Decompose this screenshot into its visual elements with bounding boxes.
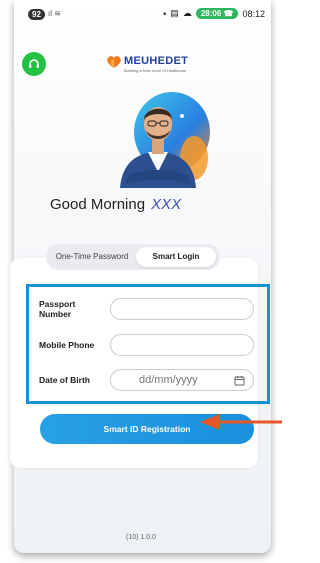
notification-badge: 92 bbox=[28, 9, 45, 20]
hero-person-illustration bbox=[120, 92, 210, 188]
passport-number-input[interactable] bbox=[110, 298, 254, 320]
brand-tagline: Building a New Level of Healthcare bbox=[124, 68, 187, 73]
app-version: (10) 1.0.0 bbox=[126, 534, 156, 541]
mobile-phone-label: Mobile Phone bbox=[39, 340, 95, 350]
calendar-icon[interactable] bbox=[234, 375, 245, 386]
support-button[interactable] bbox=[22, 52, 46, 76]
clock: 08:12 bbox=[242, 8, 265, 19]
signal-indicator: ıl ≋ bbox=[48, 9, 61, 18]
headset-icon bbox=[29, 59, 39, 68]
date-of-birth-input[interactable]: dd/mm/yyyy bbox=[110, 369, 254, 391]
user-name: XXX bbox=[151, 196, 182, 213]
mobile-phone-input[interactable] bbox=[110, 334, 254, 356]
arrow-annotation-icon bbox=[200, 414, 282, 430]
login-tabs: One-Time Password Smart Login bbox=[46, 244, 220, 270]
call-timer: 28:06 ☎ bbox=[195, 8, 239, 19]
brand-logo: MEUHEDET Building a New Level of Healthc… bbox=[106, 55, 206, 81]
heart-logo-icon bbox=[107, 56, 121, 68]
dob-label: Date of Birth bbox=[39, 375, 90, 385]
brand-name: MEUHEDET bbox=[124, 55, 189, 67]
tab-one-time-password[interactable]: One-Time Password bbox=[50, 247, 134, 267]
cloud-icon: ☁ bbox=[182, 8, 192, 18]
msg-icon: ▤ bbox=[170, 8, 179, 18]
passport-label: Passport Number bbox=[39, 299, 76, 319]
tab-smart-login[interactable]: Smart Login bbox=[136, 247, 216, 267]
status-bar: 92 ıl ≋ • ▤ ☁ 28:06 ☎ 08:12 bbox=[14, 0, 271, 30]
dob-placeholder: dd/mm/yyyy bbox=[139, 374, 198, 386]
status-right: • ▤ ☁ 28:06 ☎ 08:12 bbox=[163, 8, 265, 19]
greeting: Good Morning XXX bbox=[50, 196, 181, 213]
dot-icon: • bbox=[163, 8, 167, 19]
greeting-text: Good Morning bbox=[50, 196, 146, 213]
